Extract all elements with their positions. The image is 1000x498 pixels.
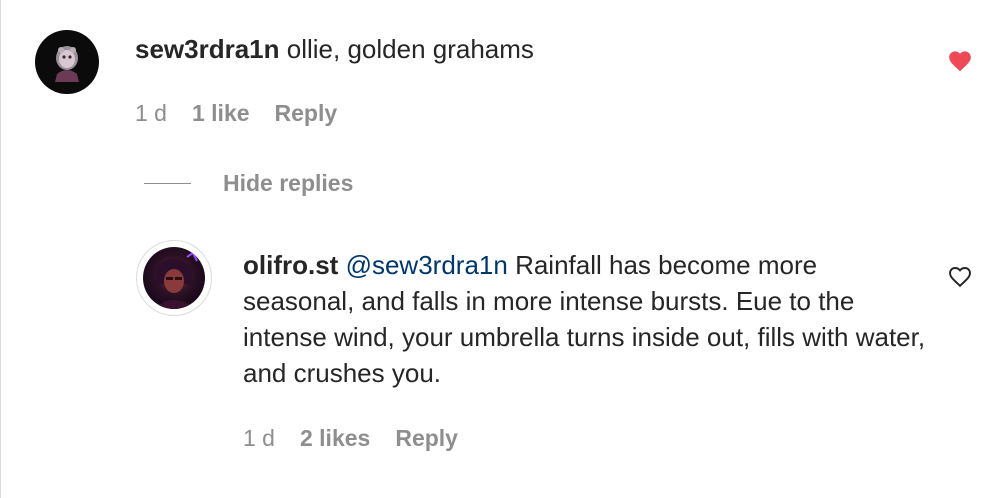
avatar[interactable]	[35, 30, 99, 94]
avatar-image	[143, 247, 205, 309]
reply-meta: 1 d 2 likes Reply	[243, 425, 458, 452]
panel-left-border	[0, 0, 1, 498]
comment-reply-button[interactable]: Reply	[275, 100, 338, 127]
comment-likes-count[interactable]: 1 like	[192, 100, 250, 127]
reply-body: olifro.st @sew3rdra1n Rainfall has becom…	[243, 247, 933, 391]
heart-outline-icon[interactable]	[947, 264, 973, 288]
avatar[interactable]	[136, 240, 212, 316]
reply-reply-button[interactable]: Reply	[395, 425, 458, 452]
comment-timestamp: 1 d	[135, 100, 167, 126]
replies-divider-line	[144, 183, 191, 184]
comment-body: sew3rdra1n ollie, golden grahams	[135, 31, 915, 67]
hide-replies-label: Hide replies	[223, 170, 354, 196]
reply-username[interactable]: olifro.st	[243, 250, 338, 280]
heart-filled-icon[interactable]	[947, 48, 973, 72]
hide-replies-button[interactable]: Hide replies	[144, 170, 353, 197]
reply-likes-count[interactable]: 2 likes	[300, 425, 370, 452]
comment-meta: 1 d 1 like Reply	[135, 100, 337, 127]
reply-timestamp: 1 d	[243, 425, 275, 451]
reply-mention-link[interactable]: @sew3rdra1n	[346, 250, 508, 280]
avatar-image	[35, 30, 99, 94]
comment-username[interactable]: sew3rdra1n	[135, 34, 280, 64]
comment-text: ollie, golden grahams	[286, 34, 534, 64]
